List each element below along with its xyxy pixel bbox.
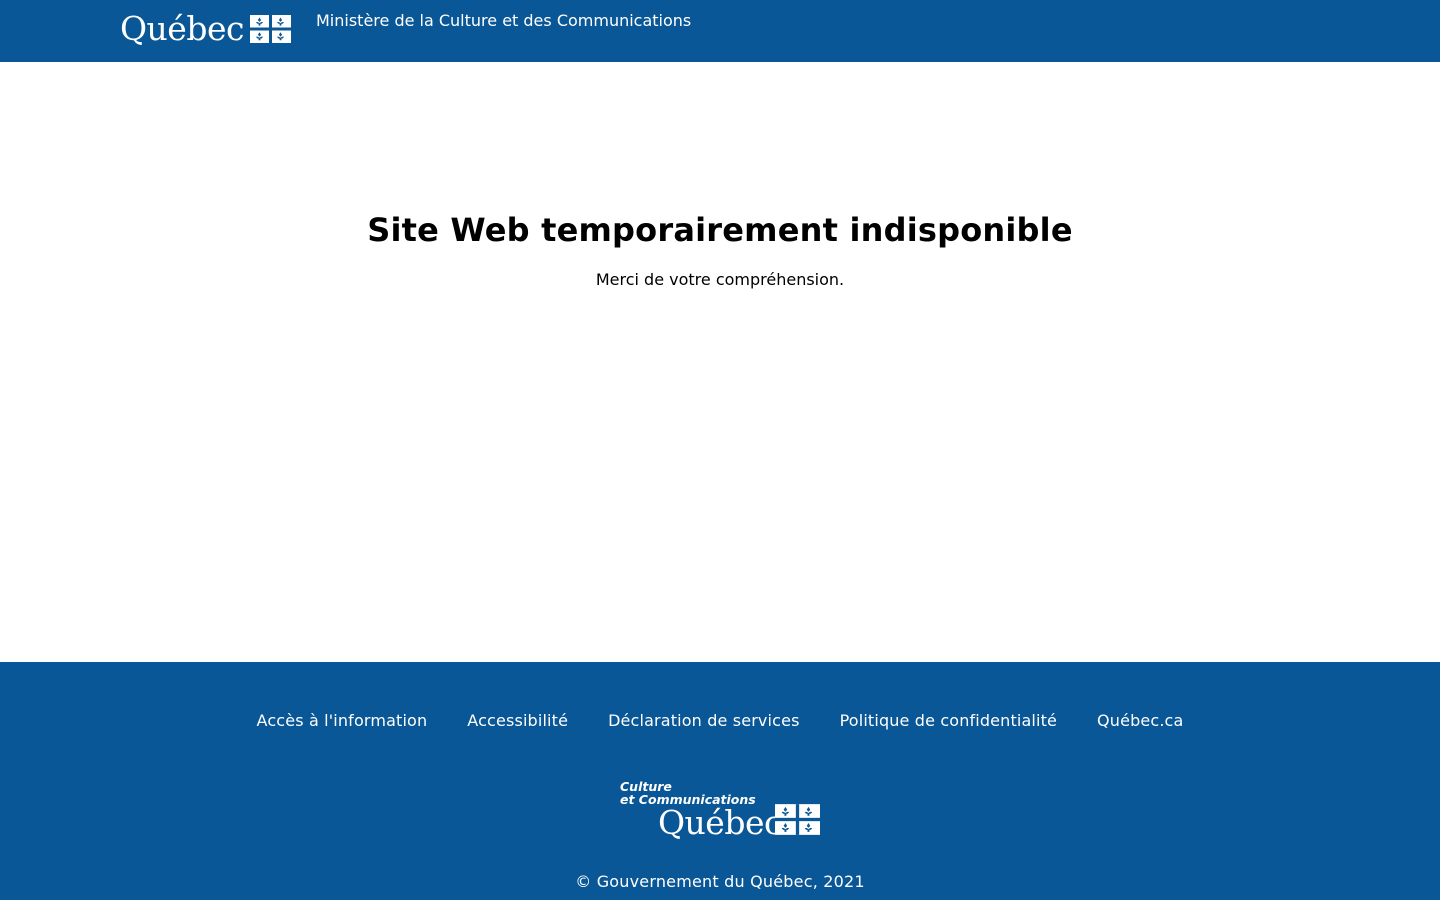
site-header: Québec Ministère de la Culture et des Co… bbox=[0, 0, 1440, 62]
quebec-logo[interactable]: Québec bbox=[120, 12, 291, 52]
footer-link-politique-confidentialite[interactable]: Politique de confidentialité bbox=[840, 711, 1057, 731]
footer-nav: Accès à l'information Accessibilité Décl… bbox=[0, 711, 1440, 731]
footer-ministry-logo[interactable]: Culture et Communications Québec bbox=[620, 780, 830, 842]
quebec-flag-icon bbox=[775, 804, 820, 835]
quebec-wordmark: Québec bbox=[120, 9, 244, 48]
footer-link-quebec-ca[interactable]: Québec.ca bbox=[1097, 711, 1183, 731]
footer-quebec-wordmark: Québec bbox=[658, 803, 782, 842]
footer-link-declaration-services[interactable]: Déclaration de services bbox=[608, 711, 800, 731]
page-message: Merci de votre compréhension. bbox=[595, 270, 845, 289]
copyright-notice: © Gouvernement du Québec, 2021 bbox=[575, 872, 865, 891]
main-content: Site Web temporairement indisponible Mer… bbox=[0, 62, 1440, 662]
footer-link-accessibilite[interactable]: Accessibilité bbox=[467, 711, 568, 731]
site-footer: Accès à l'information Accessibilité Décl… bbox=[0, 662, 1440, 900]
quebec-flag-icon bbox=[249, 15, 291, 43]
page-title: Site Web temporairement indisponible bbox=[367, 211, 1073, 249]
ministry-name[interactable]: Ministère de la Culture et des Communica… bbox=[316, 11, 691, 31]
footer-link-acces-information[interactable]: Accès à l'information bbox=[257, 711, 428, 731]
